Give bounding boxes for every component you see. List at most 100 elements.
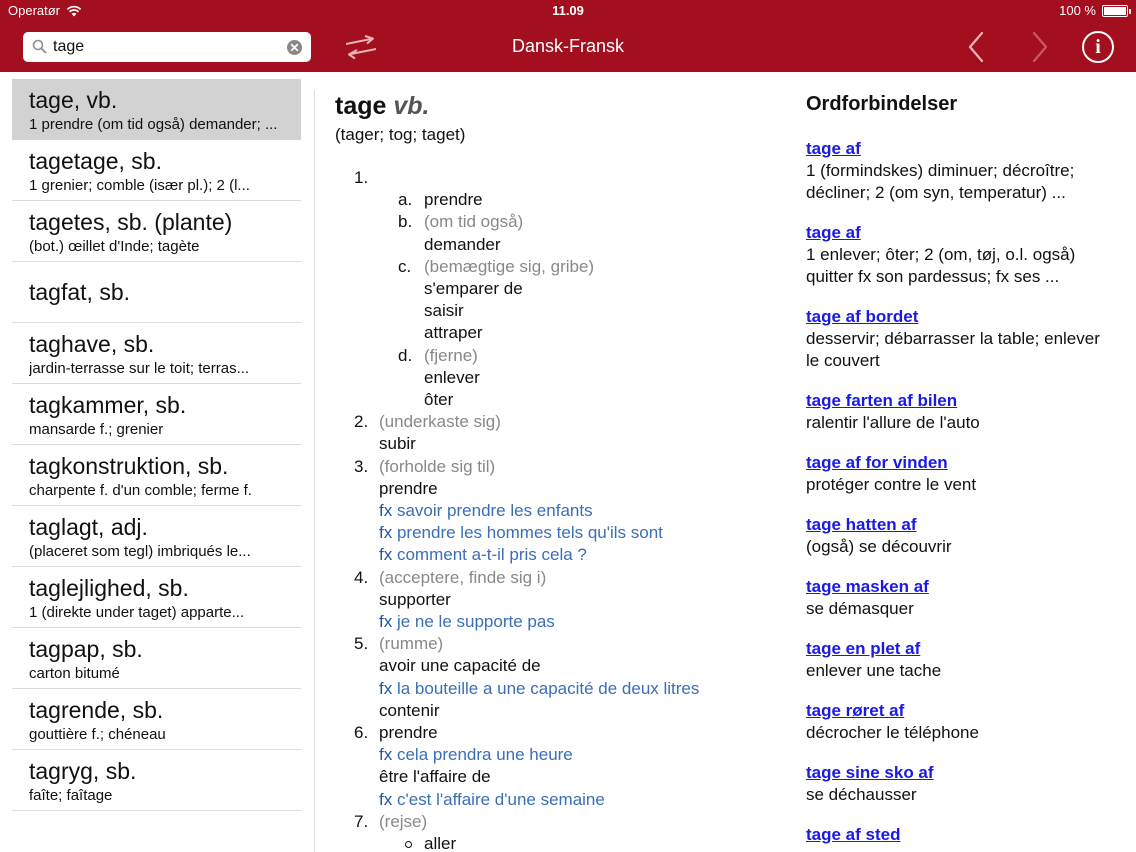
- translation-line: (underkaste sig): [379, 412, 501, 432]
- list-item-headword: tagfat, sb.: [29, 279, 131, 305]
- list-item[interactable]: tagryg, sb. faîte; faîtage: [12, 750, 301, 811]
- list-item[interactable]: taglagt, adj. (placeret som tegl) imbriqu…: [12, 506, 301, 567]
- list-item-summary: charpente f. d'un comble; ferme f.: [29, 482, 252, 499]
- example-text: savoir prendre les enfants: [396, 501, 593, 520]
- translation-line: s'emparer de: [424, 279, 523, 298]
- translation-line: (rejse): [379, 811, 428, 831]
- example-marker: fx: [379, 545, 393, 565]
- phrase-translation: décrocher le téléphone: [806, 723, 979, 742]
- info-button[interactable]: i: [1082, 31, 1114, 63]
- search-input[interactable]: [53, 36, 273, 58]
- clear-search-icon[interactable]: [287, 40, 302, 55]
- sense-number: 3.: [354, 456, 369, 476]
- translation-line: (forholde sig til): [379, 456, 496, 476]
- search-icon: [32, 39, 47, 54]
- phrase-link[interactable]: tage af: [806, 223, 861, 243]
- list-item-summary: faîte; faîtage: [29, 787, 113, 804]
- list-item[interactable]: tagetes, sb. (plante) (bot.) œillet d'Ind…: [12, 201, 301, 262]
- list-item[interactable]: tagkonstruktion, sb. charpente f. d'un co…: [12, 445, 301, 506]
- example-marker: fx: [379, 612, 393, 631]
- list-item[interactable]: tagrende, sb. gouttière f.; chéneau: [12, 689, 301, 750]
- phrase-link[interactable]: tage af: [806, 139, 861, 159]
- list-item-summary: 1 prendre (om tid også) demander; ...: [29, 116, 278, 133]
- translation-line: saisir: [424, 301, 464, 321]
- phrase-translation: (også) se découvrir: [806, 537, 952, 556]
- info-icon: i: [1095, 36, 1101, 58]
- column-divider: [314, 90, 315, 852]
- list-item[interactable]: taglejlighed, sb. 1 (direkte under taget)…: [12, 567, 301, 628]
- list-item[interactable]: tagfat, sb.: [12, 262, 301, 323]
- translation-line: subir: [379, 434, 416, 454]
- translation-line: attraper: [424, 323, 483, 343]
- status-time: 11.09: [552, 3, 584, 18]
- example-text: je ne le supporte pas: [396, 612, 555, 631]
- example-marker: fx: [379, 745, 393, 765]
- phrase-translation: desservir; débarrasser la table; enlever: [806, 329, 1100, 348]
- list-item[interactable]: tagetage, sb. 1 grenier; comble (især pl.…: [12, 140, 301, 201]
- example-line: fx comment a-t-il pris cela ?: [379, 545, 587, 565]
- status-left: Operatør: [8, 3, 82, 18]
- status-bar: Operatør 11.09 100 %: [0, 0, 1136, 22]
- battery-fill: [1104, 7, 1126, 15]
- phrase-link[interactable]: tage masken af: [806, 577, 929, 597]
- sense-number: c.: [398, 256, 412, 276]
- chevron-left-icon: [968, 31, 984, 63]
- phrase-translation: le couvert: [806, 351, 880, 370]
- phrase-translation: se déchausser: [806, 785, 917, 804]
- example-marker: fx: [379, 678, 393, 698]
- example-text: la bouteille a une capacité de deux litr…: [396, 678, 700, 698]
- back-button[interactable]: [962, 30, 992, 64]
- example-text: c'est l'affaire d'une semaine: [396, 789, 605, 809]
- example-text: cela prendra une heure: [396, 745, 573, 765]
- forward-button[interactable]: [1024, 30, 1054, 64]
- example-marker: fx: [379, 523, 393, 543]
- list-item-headword: taglejlighed, sb.: [29, 575, 189, 601]
- sense-number: 6.: [354, 723, 369, 742]
- example-marker: fx: [379, 789, 393, 809]
- list-item[interactable]: tagpap, sb. carton bitumé: [12, 628, 301, 689]
- list-item-headword: tagrende, sb.: [29, 697, 164, 723]
- list-item[interactable]: tagkammer, sb. mansarde f.; grenier: [12, 384, 301, 445]
- translation-line: (acceptere, finde sig i): [379, 567, 547, 587]
- phrase-translation: protéger contre le vent: [806, 475, 977, 494]
- sense-number: 5.: [354, 634, 369, 654]
- phrase-link[interactable]: tage røret af: [806, 701, 904, 721]
- list-item-summary: gouttière f.; chéneau: [29, 726, 166, 743]
- phrase-link[interactable]: tage hatten af: [806, 515, 917, 535]
- list-item-summary: 1 grenier; comble (især pl.); 2 (l...: [29, 177, 250, 194]
- phrase-link[interactable]: tage af sted: [806, 825, 900, 845]
- translation-line: être l'affaire de: [379, 767, 491, 787]
- list-item-summary: 1 (direkte under taget) apparte...: [29, 604, 245, 621]
- example-line: fx je ne le supporte pas: [379, 612, 555, 632]
- example-line: fx prendre les hommes tels qu'ils sont: [379, 523, 663, 543]
- phrase-translation: 1 enlever; ôter; 2 (om, tøj, o.l. også): [806, 245, 1076, 264]
- phrase-translation: se démasquer: [806, 599, 914, 618]
- phrase-translation: décliner; 2 (om syn, temperatur) ...: [806, 183, 1066, 202]
- carrier-label: Operatør: [8, 3, 61, 18]
- phrase-link[interactable]: tage sine sko af: [806, 763, 934, 783]
- phrase-link[interactable]: tage farten af bilen: [806, 391, 957, 411]
- phrases-title: Ordforbindelser: [806, 93, 958, 115]
- phrase-link[interactable]: tage af for vinden: [806, 453, 948, 473]
- list-item[interactable]: tage, vb. 1 prendre (om tid også) demande…: [12, 79, 301, 140]
- status-right: 100 %: [1059, 3, 1131, 18]
- translation-line: prendre: [379, 723, 438, 742]
- sense-number: 7.: [354, 811, 369, 831]
- entry-headword: tage: [335, 92, 387, 120]
- phrase-link[interactable]: tage en plet af: [806, 639, 920, 659]
- list-item-headword: tagpap, sb.: [29, 636, 143, 662]
- list-item-summary: jardin-terrasse sur le toit; terras...: [29, 360, 250, 377]
- chevron-right-icon: [1032, 31, 1048, 63]
- translation-line: contenir: [379, 700, 440, 720]
- list-item-headword: tagetes, sb. (plante): [29, 209, 233, 235]
- phrase-translation: quitter fx son pardessus; fx ses ...: [806, 267, 1060, 286]
- list-item[interactable]: taghave, sb. jardin-terrasse sur le toit;…: [12, 323, 301, 384]
- swap-languages-button[interactable]: [343, 34, 379, 60]
- phrase-link[interactable]: tage af bordet: [806, 307, 918, 327]
- search-field[interactable]: [23, 32, 311, 62]
- list-item-summary: mansarde f.; grenier: [29, 421, 164, 438]
- translation-line: (bemægtige sig, gribe): [424, 256, 595, 276]
- word-list: tage, vb. 1 prendre (om tid også) demande…: [0, 72, 314, 852]
- bullet-icon: [405, 841, 412, 848]
- list-item-headword: tage, vb.: [29, 87, 118, 113]
